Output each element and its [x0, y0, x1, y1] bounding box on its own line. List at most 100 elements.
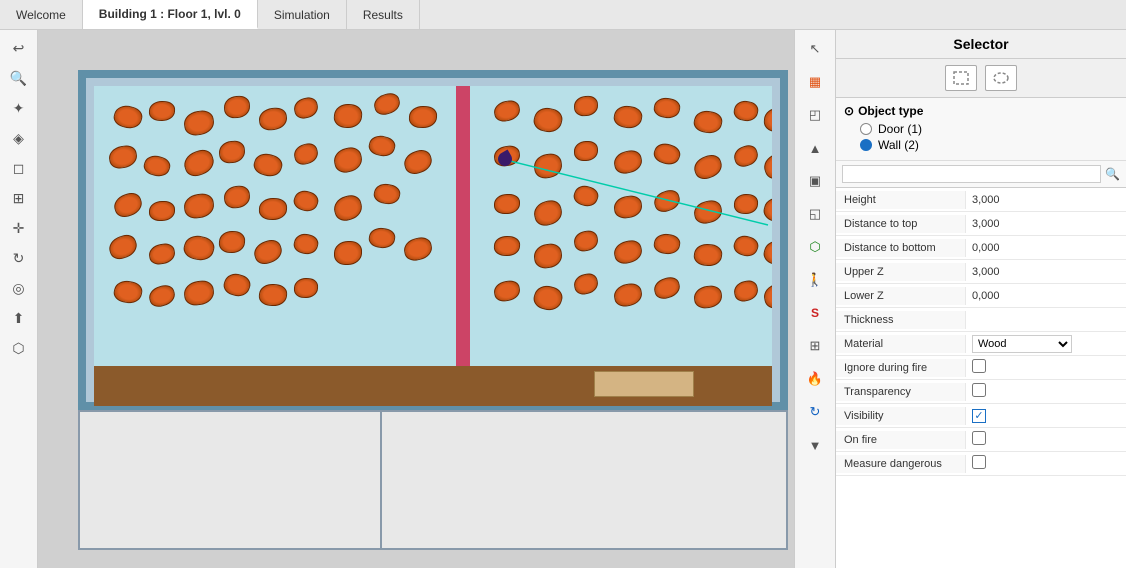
agent — [732, 143, 761, 169]
radio-circle-wall[interactable] — [860, 139, 872, 151]
agent — [223, 95, 250, 118]
agent — [763, 107, 772, 133]
prop-row-visibility: Visibility ✓ — [836, 404, 1126, 428]
right-btn-source[interactable]: S — [799, 298, 831, 328]
selector-tools — [836, 59, 1126, 98]
prop-value-dist-bottom[interactable] — [966, 240, 1126, 256]
search-icon: 🔍 — [1101, 167, 1120, 181]
prop-value-visibility[interactable]: ✓ — [966, 407, 1126, 425]
tab-building[interactable]: Building 1 : Floor 1, lvl. 0 — [83, 0, 258, 29]
prop-label-lower-z: Lower Z — [836, 287, 966, 305]
prop-value-material[interactable]: WoodConcreteGlassMetal — [966, 333, 1126, 355]
agent — [221, 270, 253, 299]
prop-value-height[interactable] — [966, 192, 1126, 208]
tool-layers[interactable]: ⬆ — [4, 304, 34, 332]
prop-label-dist-bottom: Distance to bottom — [836, 239, 966, 257]
right-btn-rotate[interactable]: ↻ — [799, 397, 831, 427]
right-btn-fire[interactable]: 🔥 — [799, 364, 831, 394]
prop-value-on-fire[interactable] — [966, 429, 1126, 450]
prop-value-thickness[interactable] — [966, 312, 1126, 328]
ignore-fire-checkbox[interactable] — [972, 359, 986, 373]
divider-wall — [456, 86, 470, 366]
agent — [731, 233, 760, 260]
visibility-checked[interactable]: ✓ — [972, 409, 986, 423]
prop-value-measure-dangerous[interactable] — [966, 453, 1126, 474]
agent — [149, 101, 176, 122]
canvas-area[interactable] — [38, 30, 794, 568]
agent — [218, 140, 246, 164]
on-fire-checkbox[interactable] — [972, 431, 986, 445]
right-toolbar: ↖ ▦ ◰ ▲ ▣ ◱ ⬡ 🚶 S ⊞ 🔥 ↻ ▼ — [794, 30, 836, 568]
tab-results[interactable]: Results — [347, 0, 420, 29]
right-btn-room[interactable]: ◱ — [799, 199, 831, 229]
thickness-input[interactable] — [972, 314, 1042, 326]
prop-label-ignore-fire: Ignore during fire — [836, 359, 966, 377]
lower-z-input[interactable] — [972, 290, 1042, 302]
agent — [612, 104, 643, 131]
dist-top-input[interactable] — [972, 218, 1042, 230]
tab-welcome[interactable]: Welcome — [0, 0, 83, 29]
right-btn-grid[interactable]: ⊞ — [799, 331, 831, 361]
prop-row-lower-z: Lower Z — [836, 284, 1126, 308]
agent — [112, 103, 145, 131]
search-input[interactable] — [842, 165, 1101, 183]
tan-rect-right — [594, 371, 694, 397]
upper-z-input[interactable] — [972, 266, 1042, 278]
right-btn-agent[interactable]: 🚶 — [799, 265, 831, 295]
prop-value-lower-z[interactable] — [966, 288, 1126, 304]
tool-3d[interactable]: ◻ — [4, 154, 34, 182]
prop-value-upper-z[interactable] — [966, 264, 1126, 280]
transparency-checkbox[interactable] — [972, 383, 986, 397]
agent — [493, 279, 522, 303]
tool-rotate[interactable]: ↻ — [4, 244, 34, 272]
right-btn-stair[interactable]: ▲ — [799, 133, 831, 163]
agent — [612, 282, 643, 309]
tool-camera[interactable]: ◎ — [4, 274, 34, 302]
lasso-select-btn[interactable] — [985, 65, 1017, 91]
tool-star[interactable]: ✦ — [4, 94, 34, 122]
tool-zoom[interactable]: 🔍 — [4, 64, 34, 92]
agent — [612, 149, 644, 176]
agent — [292, 231, 320, 256]
tool-cross[interactable]: ✛ — [4, 214, 34, 242]
agent — [691, 152, 725, 182]
prop-value-ignore-fire[interactable] — [966, 357, 1126, 378]
agent — [532, 198, 565, 228]
right-btn-more[interactable]: ▼ — [799, 430, 831, 460]
canvas-inner — [48, 40, 794, 568]
prop-row-material: Material WoodConcreteGlassMetal — [836, 332, 1126, 356]
radio-wall[interactable]: Wall (2) — [860, 138, 1118, 152]
agent — [111, 190, 144, 220]
tool-grid[interactable]: ⊞ — [4, 184, 34, 212]
rect-select-btn[interactable] — [945, 65, 977, 91]
agent — [653, 232, 682, 256]
tool-shapes[interactable]: ◈ — [4, 124, 34, 152]
right-btn-floor[interactable]: ◰ — [799, 100, 831, 130]
right-btn-selector[interactable]: ↖ — [799, 34, 831, 64]
agent — [291, 188, 320, 215]
agent — [294, 278, 319, 299]
object-type-section: ⊙ Object type Door (1) Wall (2) — [836, 98, 1126, 161]
right-btn-exit[interactable]: ⬡ — [799, 232, 831, 262]
measure-dangerous-checkbox[interactable] — [972, 455, 986, 469]
right-btn-wall[interactable]: ▦ — [799, 67, 831, 97]
prop-value-dist-top[interactable] — [966, 216, 1126, 232]
agent — [112, 279, 144, 306]
left-toolbar: ↩ 🔍 ✦ ◈ ◻ ⊞ ✛ ↻ ◎ ⬆ ⬡ — [0, 30, 38, 568]
agent — [573, 229, 600, 253]
right-btn-window[interactable]: ▣ — [799, 166, 831, 196]
collapse-icon[interactable]: ⊙ — [844, 104, 854, 118]
dist-bottom-input[interactable] — [972, 242, 1042, 254]
radio-circle-door[interactable] — [860, 123, 872, 135]
material-select[interactable]: WoodConcreteGlassMetal — [972, 335, 1072, 353]
tool-export[interactable]: ⬡ — [4, 334, 34, 362]
prop-label-upper-z: Upper Z — [836, 263, 966, 281]
tab-simulation[interactable]: Simulation — [258, 0, 347, 29]
properties-panel: Selector ⊙ Object type Door (1) — [836, 30, 1126, 568]
height-input[interactable] — [972, 194, 1042, 206]
prop-value-transparency[interactable] — [966, 381, 1126, 402]
tool-undo[interactable]: ↩ — [4, 34, 34, 62]
radio-door[interactable]: Door (1) — [860, 122, 1118, 136]
radio-wall-label: Wall (2) — [878, 138, 919, 152]
agent — [333, 103, 363, 129]
